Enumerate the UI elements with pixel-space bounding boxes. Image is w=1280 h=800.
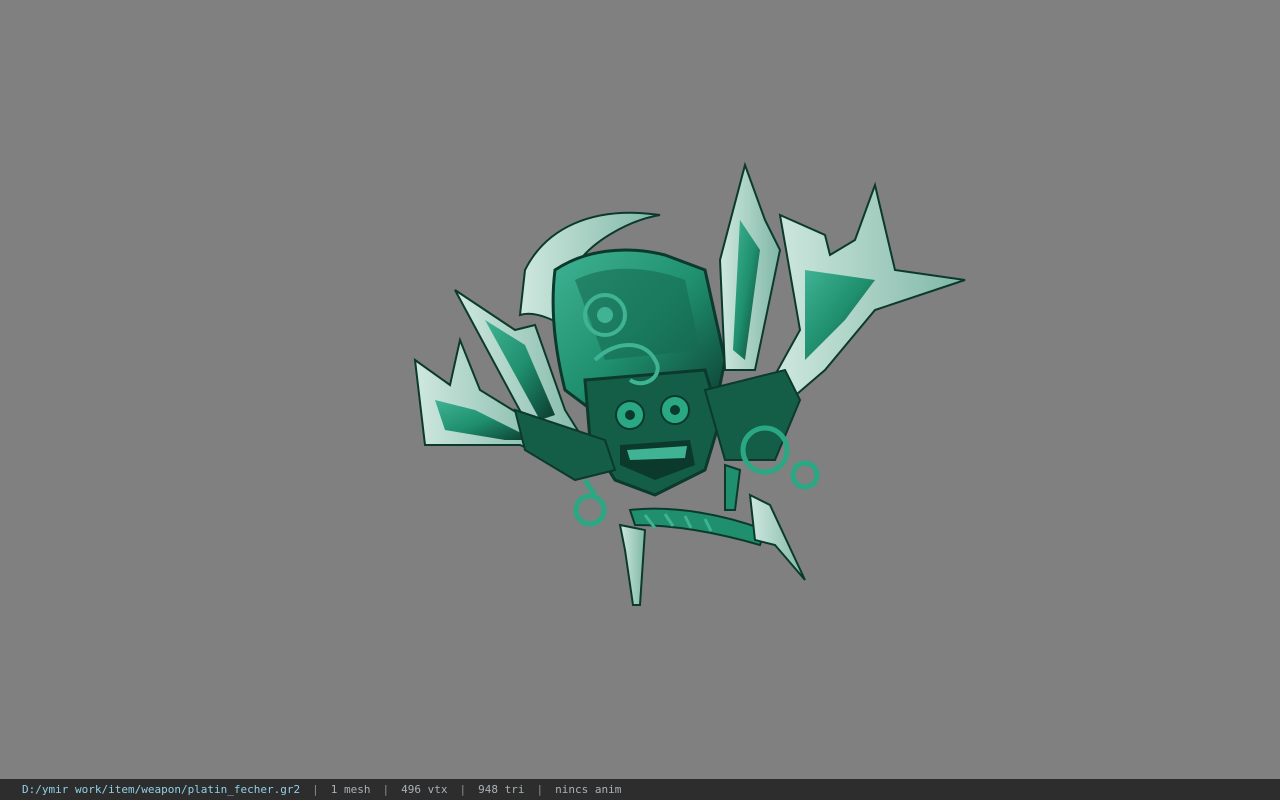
file-path-label: D:/ymir work/item/weapon/platin_fecher.g… xyxy=(22,783,301,796)
vertex-count-label: 496 vtx xyxy=(401,783,448,796)
status-separator: | xyxy=(312,783,319,796)
right-blade xyxy=(773,181,966,402)
triangle-count-label: 948 tri xyxy=(478,783,525,796)
weapon-model-render xyxy=(413,161,966,606)
animation-status-label: nincs anim xyxy=(555,783,622,796)
status-separator: | xyxy=(459,783,467,796)
mesh-count-label: 1 mesh xyxy=(330,783,371,796)
status-separator: | xyxy=(536,783,544,796)
status-separator: | xyxy=(382,783,390,796)
status-bar: D:/ymir work/item/weapon/platin_fecher.g… xyxy=(0,779,1280,800)
3d-viewport[interactable] xyxy=(0,0,1280,779)
